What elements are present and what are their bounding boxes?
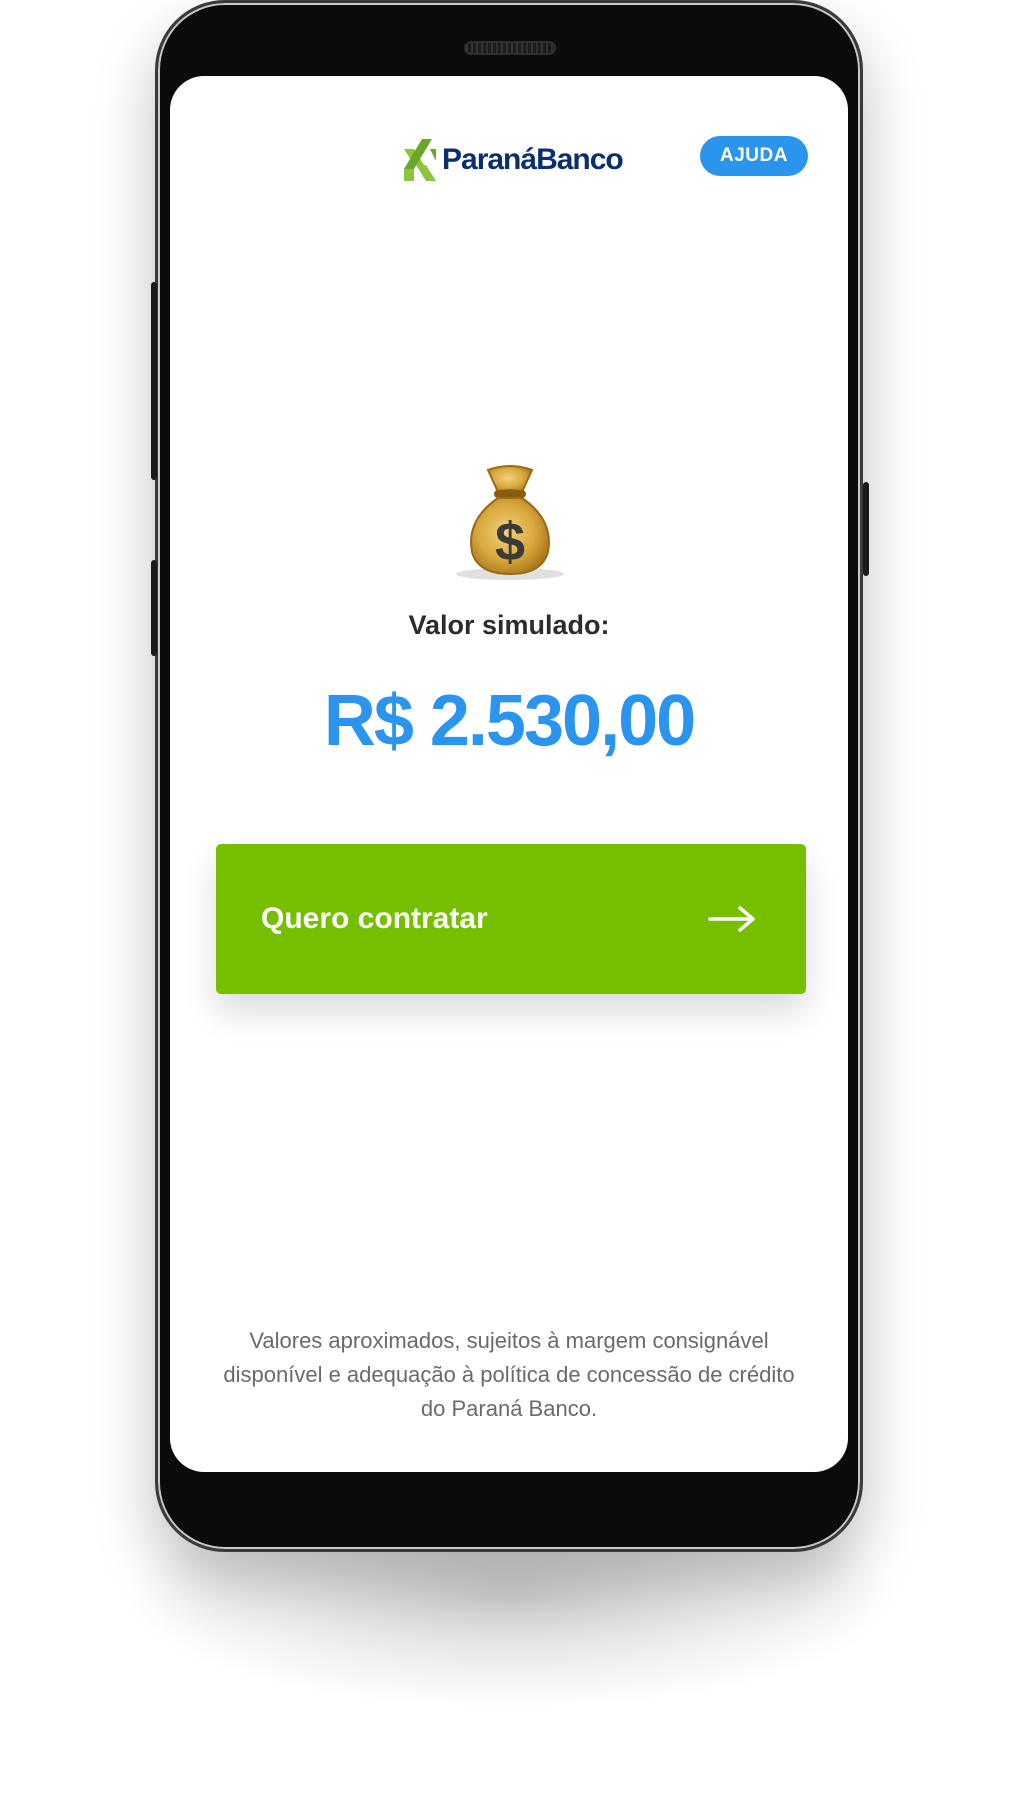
app-screen: ParanáBanco AJUDA $ Valor simulado: R$ 2… (170, 76, 848, 1472)
device-stage: ParanáBanco AJUDA $ Valor simulado: R$ 2… (0, 0, 1020, 1800)
help-button[interactable]: AJUDA (700, 136, 808, 176)
power-button (863, 482, 869, 576)
disclaimer-text: Valores aproximados, sujeitos à margem c… (223, 1328, 795, 1421)
brand-logo: ParanáBanco (402, 138, 624, 182)
hire-button[interactable]: Quero contratar (216, 844, 806, 994)
simulated-amount: R$ 2.530,00 (323, 681, 696, 761)
volume-button (151, 282, 157, 480)
arrow-right-icon (708, 906, 755, 932)
simulated-value-label: Valor simulado: (408, 610, 610, 640)
hire-button-label: Quero contratar (261, 902, 488, 935)
bixby-button (151, 560, 157, 656)
parana-banco-logo-icon (404, 139, 436, 181)
svg-text:$: $ (495, 512, 525, 572)
earpiece-speaker (464, 41, 556, 55)
money-bag-icon: $ (456, 465, 564, 580)
brand-name: ParanáBanco (442, 143, 624, 176)
